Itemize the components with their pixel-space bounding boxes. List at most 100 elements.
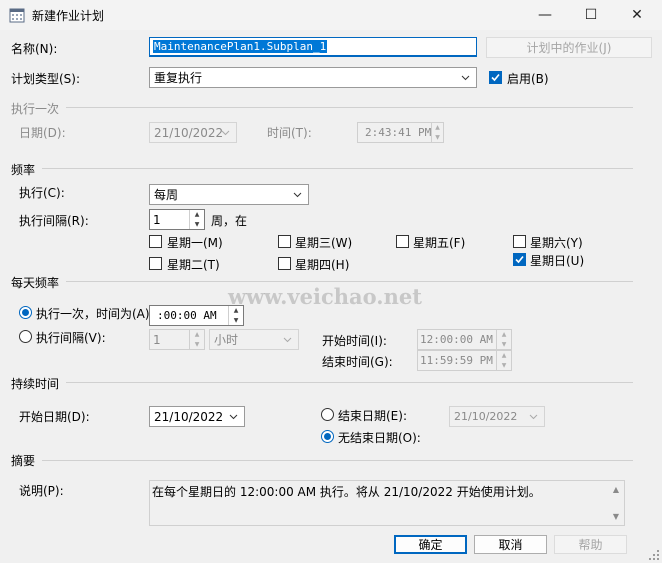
start-date-picker[interactable]: 21/10/2022 xyxy=(149,406,245,427)
chevron-down-icon xyxy=(293,192,302,197)
ending-at-label: 结束时间(G): xyxy=(322,355,393,369)
daily-frequency-heading: 每天频率 xyxy=(11,276,60,290)
friday-checkbox[interactable] xyxy=(396,235,409,248)
chevron-down-icon xyxy=(229,414,238,419)
schedule-type-label: 计划类型(S): xyxy=(11,72,81,86)
scroll-up-icon[interactable]: ▲ xyxy=(613,485,619,494)
scroll-down-icon[interactable]: ▼ xyxy=(613,512,619,521)
duration-divider xyxy=(66,382,633,383)
sunday-checkbox[interactable] xyxy=(513,253,526,266)
start-date-value: 21/10/2022 xyxy=(154,409,224,424)
one-time-time-spinner[interactable]: ▲ ▼ xyxy=(431,123,443,142)
chevron-down-icon xyxy=(529,414,538,419)
recurs-every-label: 执行间隔(R): xyxy=(19,214,89,228)
one-time-date-label: 日期(D): xyxy=(19,126,66,140)
wednesday-label: 星期三(W) xyxy=(295,236,353,250)
maximize-button[interactable]: ☐ xyxy=(568,0,614,30)
jobs-in-schedule-button[interactable]: 计划中的作业(J) xyxy=(486,37,652,58)
recurs-every-input[interactable]: 1 ▲ ▼ xyxy=(149,209,205,230)
window-title: 新建作业计划 xyxy=(32,9,105,23)
occurs-once-time-input[interactable]: :00:00 AM ▲ ▼ xyxy=(149,305,244,326)
end-date-label: 结束日期(E): xyxy=(338,409,407,423)
occurs-once-time-value: :00:00 AM xyxy=(157,309,217,322)
starting-at-spinner[interactable]: ▲ ▼ xyxy=(496,330,511,349)
enabled-label: 启用(B) xyxy=(507,72,549,86)
one-time-time-value: 2:43:41 PM xyxy=(365,126,432,139)
monday-checkbox[interactable] xyxy=(149,235,162,248)
one-time-date-value: 21/10/2022 xyxy=(154,125,224,140)
tuesday-checkbox[interactable] xyxy=(149,257,162,270)
occurs-every-input[interactable]: 1 ▲ ▼ xyxy=(149,329,205,350)
saturday-label: 星期六(Y) xyxy=(530,236,583,250)
occurs-value: 每周 xyxy=(154,188,179,202)
occurs-label: 执行(C): xyxy=(19,186,65,200)
duration-heading: 持续时间 xyxy=(11,377,60,391)
description-text: 在每个星期日的 12:00:00 AM 执行。将从 21/10/2022 开始使… xyxy=(152,485,541,499)
close-button[interactable]: ✕ xyxy=(614,0,660,30)
one-time-date-picker[interactable]: 21/10/2022 xyxy=(149,122,237,143)
starting-at-value: 12:00:00 AM xyxy=(420,333,493,346)
occurs-once-radio[interactable] xyxy=(19,306,32,319)
one-time-heading: 执行一次 xyxy=(11,102,60,116)
starting-at-label: 开始时间(I): xyxy=(322,334,387,348)
frequency-divider xyxy=(42,168,633,169)
no-end-date-radio[interactable] xyxy=(321,430,334,443)
end-date-picker[interactable]: 21/10/2022 xyxy=(449,406,545,427)
no-end-date-label: 无结束日期(O): xyxy=(338,431,421,445)
name-value: MaintenancePlan1.Subplan_1 xyxy=(153,40,328,53)
summary-divider xyxy=(42,460,633,461)
description-scrollbar[interactable]: ▲ ▼ xyxy=(608,481,624,525)
chevron-down-icon xyxy=(461,75,470,80)
calendar-icon xyxy=(9,8,25,23)
one-time-time-label: 时间(T): xyxy=(267,126,312,140)
cancel-button[interactable]: 取消 xyxy=(474,535,547,554)
occurs-once-time-spinner[interactable]: ▲ ▼ xyxy=(228,306,243,325)
frequency-heading: 频率 xyxy=(11,163,36,177)
ok-button[interactable]: 确定 xyxy=(394,535,467,554)
minimize-button[interactable]: — xyxy=(522,0,568,30)
start-date-label: 开始日期(D): xyxy=(19,410,90,424)
end-date-radio[interactable] xyxy=(321,408,334,421)
occurs-every-radio[interactable] xyxy=(19,330,32,343)
saturday-checkbox[interactable] xyxy=(513,235,526,248)
wednesday-checkbox[interactable] xyxy=(278,235,291,248)
monday-label: 星期一(M) xyxy=(167,236,223,250)
recurs-unit-label: 周，在 xyxy=(211,214,248,228)
chevron-down-icon xyxy=(221,130,230,135)
occurs-every-unit-value: 小时 xyxy=(214,333,239,347)
description-textarea[interactable]: 在每个星期日的 12:00:00 AM 执行。将从 21/10/2022 开始使… xyxy=(149,480,625,526)
thursday-checkbox[interactable] xyxy=(278,257,291,270)
checkmark-icon xyxy=(515,255,524,264)
sunday-label: 星期日(U) xyxy=(530,254,585,268)
occurs-every-value: 1 xyxy=(153,332,161,347)
watermark: www.veichao.net xyxy=(228,284,422,309)
occurs-every-spinner[interactable]: ▲ ▼ xyxy=(189,330,204,349)
recurs-every-spinner[interactable]: ▲ ▼ xyxy=(189,210,204,229)
thursday-label: 星期四(H) xyxy=(295,258,350,272)
one-time-divider xyxy=(66,107,633,108)
one-time-time-input[interactable]: 2:43:41 PM ▲ ▼ xyxy=(357,122,444,143)
enabled-checkbox[interactable] xyxy=(489,71,502,84)
occurs-every-unit-combo[interactable]: 小时 xyxy=(209,329,299,350)
chevron-down-icon xyxy=(283,337,292,342)
schedule-type-value: 重复执行 xyxy=(154,71,203,85)
name-input[interactable]: MaintenancePlan1.Subplan_1 xyxy=(149,37,477,57)
end-date-value: 21/10/2022 xyxy=(454,410,518,423)
ending-at-value: 11:59:59 PM xyxy=(420,354,493,367)
ending-at-spinner[interactable]: ▲ ▼ xyxy=(496,351,511,370)
description-label: 说明(P): xyxy=(19,484,64,498)
ending-at-input[interactable]: 11:59:59 PM ▲ ▼ xyxy=(417,350,512,371)
daily-frequency-divider xyxy=(66,281,633,282)
starting-at-input[interactable]: 12:00:00 AM ▲ ▼ xyxy=(417,329,512,350)
schedule-type-combo[interactable]: 重复执行 xyxy=(149,67,477,88)
checkmark-icon xyxy=(491,73,500,82)
occurs-combo[interactable]: 每周 xyxy=(149,184,309,205)
occurs-every-label: 执行间隔(V): xyxy=(36,331,106,345)
summary-heading: 摘要 xyxy=(11,454,36,468)
resize-grip-icon[interactable] xyxy=(648,549,660,561)
name-label: 名称(N): xyxy=(11,42,58,56)
recurs-every-value: 1 xyxy=(153,212,161,227)
occurs-once-label: 执行一次，时间为(A): xyxy=(36,307,154,321)
friday-label: 星期五(F) xyxy=(413,236,466,250)
help-button[interactable]: 帮助 xyxy=(554,535,627,554)
